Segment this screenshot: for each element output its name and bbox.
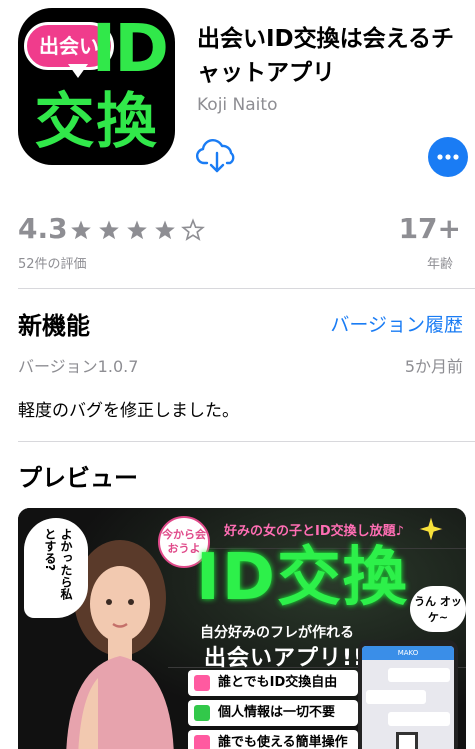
whats-new-title: 新機能	[18, 312, 90, 340]
release-note: 軽度のバグを修正しました。	[18, 401, 239, 421]
feature-label: 誰とでもID交換自由	[218, 675, 338, 690]
feature-label: 個人情報は一切不要	[218, 705, 336, 720]
preview-tagline: 好みの女の子とID交換し放題♪	[224, 524, 404, 539]
app-icon-id-text: ID	[91, 10, 169, 87]
preview-headline: ID交換	[196, 541, 409, 615]
rating-count: 52件の評価	[18, 257, 87, 272]
phone-chat-header: MAKO	[362, 646, 454, 660]
feature-label: 誰でも使える簡単操作	[218, 735, 348, 749]
checkbox-icon	[194, 705, 210, 721]
more-options-button[interactable]	[428, 137, 468, 177]
app-icon: 出会い ID 交換	[18, 8, 175, 165]
phone-mockup: MAKO	[358, 640, 458, 749]
preview-screenshot[interactable]: よかったら私とする? 今から会おうよ 好みの女の子とID交換し放題♪ ID交換 …	[18, 508, 466, 749]
chat-message	[388, 668, 450, 682]
app-title: 出会いID交換は会えるチャットアプリ	[197, 26, 454, 86]
qr-code-icon	[396, 732, 418, 749]
age-rating-value: 17+	[398, 212, 461, 245]
speech-bubble-right: うん オッケ~	[410, 586, 466, 632]
checkbox-icon	[194, 675, 210, 691]
version-date: 5か月前	[404, 357, 463, 376]
preview-sub-title: 出会いアプリ!!	[204, 646, 365, 671]
divider	[18, 288, 475, 289]
app-icon-kanji-text: 交換	[34, 87, 159, 157]
speech-bubble-left: よかったら私とする?	[24, 518, 88, 618]
version-label: バージョン1.0.7	[18, 357, 139, 376]
stars-icon	[71, 219, 204, 240]
preview-sub-tag: 自分好みのフレが作れる	[200, 625, 354, 641]
preview-title: プレビュー	[18, 464, 138, 492]
feature-item: 誰とでもID交換自由	[188, 670, 358, 696]
rating-value: 4.3	[18, 212, 68, 245]
version-history-link[interactable]: バージョン履歴	[330, 310, 463, 337]
ellipsis-icon	[437, 154, 459, 160]
feature-item: 個人情報は一切不要	[188, 700, 358, 726]
age-rating-label: 年齢	[426, 257, 453, 272]
phone-screen: MAKO	[362, 646, 454, 749]
chat-message	[388, 712, 450, 726]
star-rating	[70, 218, 210, 242]
download-cloud-button[interactable]	[195, 137, 239, 177]
checkbox-icon	[194, 735, 210, 749]
app-icon-bubble-tail	[68, 64, 88, 78]
chat-message	[366, 690, 426, 704]
feature-item: 誰でも使える簡単操作	[188, 730, 358, 749]
sparkle-icon	[416, 514, 446, 544]
developer-link[interactable]: Koji Naito	[197, 95, 277, 115]
divider	[18, 441, 475, 442]
cloud-download-icon	[195, 139, 235, 173]
